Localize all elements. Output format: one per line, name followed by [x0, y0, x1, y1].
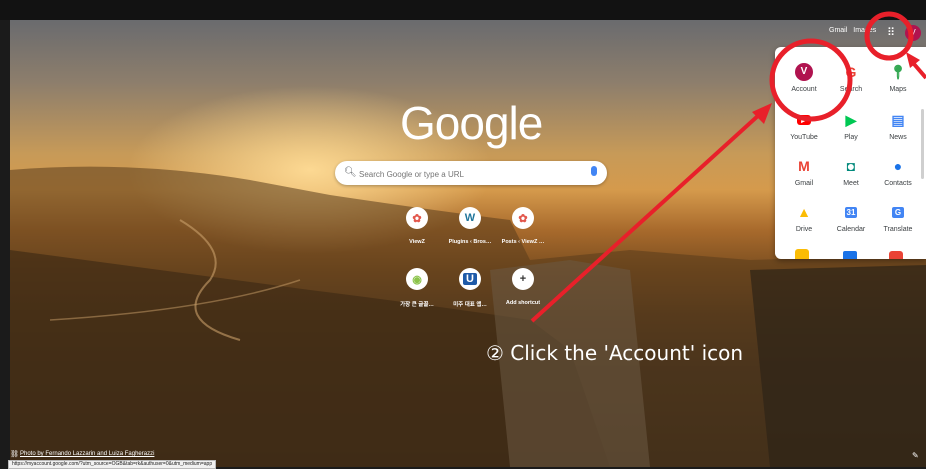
highlight-circle-apps [864, 11, 914, 61]
arrow-line-apps [912, 62, 926, 80]
arrow-line-account [530, 112, 762, 323]
annotation-overlay [530, 11, 926, 323]
highlight-circle-account [769, 38, 853, 122]
